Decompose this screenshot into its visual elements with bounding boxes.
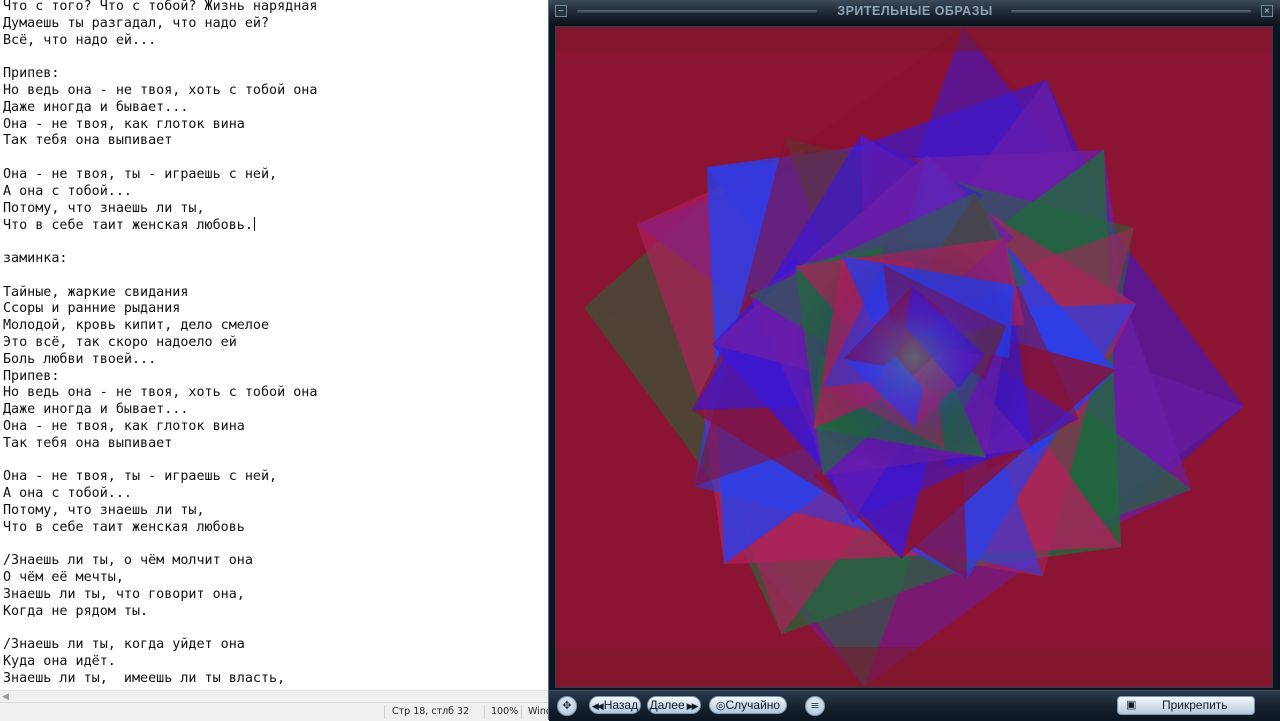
- text-line: Потому, что знаешь ли ты,: [3, 200, 205, 216]
- text-line: [3, 453, 543, 470]
- text-editor-area[interactable]: Что с того? Что с тобой? Жизнь нарядная Д…: [3, 0, 543, 689]
- text-line: Что в себе таит женская любовь: [3, 519, 245, 535]
- text-line: заминка:: [3, 250, 68, 266]
- move-icon[interactable]: ✥: [557, 696, 577, 716]
- text-line: Боль любви твоей...: [3, 351, 157, 367]
- viz-edge-band: [556, 647, 1272, 687]
- text-line: [3, 49, 543, 66]
- status-separator: [484, 705, 485, 719]
- pin-button-label: Прикрепить: [1162, 698, 1228, 712]
- text-line: Знаешь ли ты, имеешь ли ты власть,: [3, 670, 286, 686]
- text-line: Она - не твоя, ты - играешь с ней,: [3, 166, 278, 182]
- text-line: Даже иногда и бывает...: [3, 402, 189, 418]
- viz-center-glow: [794, 237, 1034, 477]
- next-button-label: Далее: [649, 698, 685, 712]
- text-line: [3, 234, 543, 251]
- text-line: Всё, что надо ей...: [3, 32, 157, 48]
- back-icon: ◀◀: [591, 701, 604, 711]
- status-bar: Стр 18, стлб 32 100% Wind: [0, 702, 552, 721]
- text-line: Знаешь ли ты, что говорит она,: [3, 586, 245, 602]
- text-line: Но ведь она - не твоя, хоть с тобой она: [3, 82, 318, 98]
- player-titlebar[interactable]: − ЗРИТЕЛЬНЫЕ ОБРАЗЫ ×: [549, 0, 1280, 24]
- titlebar-grip: [1011, 10, 1251, 13]
- text-line: Что в себе таит женская любовь.: [3, 217, 255, 234]
- text-line: Она - не твоя, как глоток вина: [3, 418, 245, 434]
- pin-icon: ▣: [1126, 699, 1137, 711]
- status-separator: [384, 705, 385, 719]
- cursor-position: Стр 18, стлб 32: [392, 706, 470, 717]
- player-control-bar: ✥ ◀◀ Назад Далее ▶▶ ◎Случайно ≡ ▣ Прикрепи…: [549, 690, 1280, 721]
- text-line: [3, 150, 543, 167]
- visualization-canvas: [555, 26, 1273, 688]
- text-line: Когда не рядом ты.: [3, 603, 149, 619]
- random-button[interactable]: ◎Случайно: [709, 696, 787, 714]
- text-line: А она с тобой...: [3, 486, 132, 502]
- kaleidoscope-visualization: [556, 27, 1272, 687]
- pin-button[interactable]: ▣ Прикрепить: [1117, 696, 1255, 715]
- next-icon: ▶▶: [686, 701, 699, 711]
- media-player-window: − ЗРИТЕЛЬНЫЕ ОБРАЗЫ × ✥ ◀◀ Назад Далее ▶▶ …: [548, 0, 1280, 721]
- status-separator: [521, 705, 522, 719]
- text-line: Но ведь она - не твоя, хоть с тобой она: [3, 385, 318, 401]
- text-caret: [253, 217, 255, 232]
- text-line: [3, 268, 543, 285]
- back-button[interactable]: ◀◀ Назад: [589, 696, 641, 714]
- text-line: О чём её мечты,: [3, 570, 124, 586]
- text-line: А она с тобой...: [3, 183, 132, 199]
- shuffle-icon: ◎: [715, 700, 726, 712]
- text-line: Тайные, жаркие свидания: [3, 284, 189, 300]
- zoom-level: 100%: [491, 706, 519, 717]
- text-line: Потому, что знаешь ли ты,: [3, 502, 205, 518]
- back-button-label: Назад: [603, 698, 639, 712]
- next-button[interactable]: Далее ▶▶: [647, 696, 701, 714]
- text-line: Припев:: [3, 368, 60, 384]
- scroll-left-icon[interactable]: ◀: [2, 692, 9, 702]
- text-line: [3, 537, 543, 554]
- viz-edge-band: [556, 27, 1272, 51]
- text-line: [3, 620, 543, 637]
- text-line: Она - не твоя, как глоток вина: [3, 116, 245, 132]
- text-line: Куда она идёт.: [3, 654, 116, 670]
- notepad-window: Что с того? Что с тобой? Жизнь нарядная Д…: [0, 0, 552, 721]
- text-line: Ссоры и ранние рыдания: [3, 301, 181, 317]
- text-line: Даже иногда и бывает...: [3, 99, 189, 115]
- text-line: Так тебя она выпивает: [3, 435, 173, 451]
- random-button-label: Случайно: [725, 698, 781, 712]
- close-icon[interactable]: ×: [1261, 5, 1273, 17]
- text-line: Думаешь ты разгадал, что надо ей?: [3, 15, 270, 31]
- text-line: /Знаешь ли ты, когда уйдет она: [3, 637, 245, 653]
- menu-icon[interactable]: ≡: [805, 696, 825, 716]
- text-line: Что с того? Что с тобой? Жизнь нарядная: [3, 0, 318, 14]
- text-line: Она - не твоя, ты - играешь с ней,: [3, 469, 278, 485]
- text-line: /Знаешь ли ты, о чём молчит она: [3, 553, 253, 569]
- text-line: Молодой, кровь кипит, дело смелое: [3, 318, 270, 334]
- text-line: Так тебя она выпивает: [3, 133, 173, 149]
- text-line: Это всё, так скоро надоело ей: [3, 334, 237, 350]
- text-line: Припев:: [3, 66, 60, 82]
